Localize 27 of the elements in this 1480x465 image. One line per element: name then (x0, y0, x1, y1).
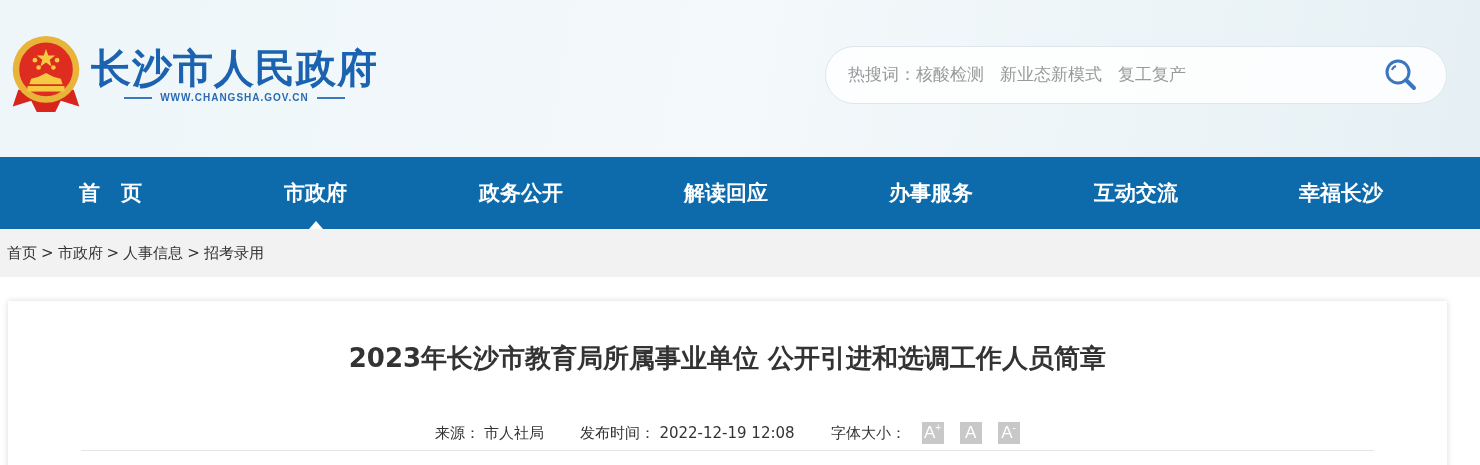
nav-item[interactable]: 互动交流 (1033, 157, 1238, 229)
breadcrumb-link[interactable]: 市政府 (57, 243, 103, 263)
meta-value: 2022-12-19 12:08 (659, 424, 795, 442)
breadcrumb-link[interactable]: 首页 (7, 243, 37, 263)
nav-item[interactable]: 政务公开 (418, 157, 623, 229)
nav-item[interactable]: 幸福长沙 (1238, 157, 1443, 229)
meta-label: 发布时间： (580, 423, 656, 443)
meta-label: 字体大小： (830, 423, 906, 443)
meta-label: 来源： (435, 423, 481, 443)
hot-word-link[interactable]: 新业态新模式 (1000, 63, 1102, 86)
article-title: 2023年长沙市教育局所属事业单位 公开引进和选调工作人员简章 (348, 342, 1107, 375)
search-field[interactable]: 热搜词：核酸检测 新业态新模式 复工复产 (825, 45, 1447, 104)
hot-word-link[interactable]: 核酸检测 (916, 63, 984, 86)
breadcrumb-separator: > (106, 244, 120, 262)
search-label: 热搜词： (848, 63, 916, 86)
site-url: WWW.CHANGSHA.GOV.CN (160, 92, 309, 103)
search-icon[interactable] (1384, 57, 1418, 92)
breadcrumb-link[interactable]: 招考录用 (203, 243, 264, 263)
nav-item[interactable]: 解读回应 (623, 157, 828, 229)
breadcrumb-separator: > (41, 244, 54, 262)
hot-word-link[interactable]: 复工复产 (1118, 63, 1186, 86)
meta-value: 市人社局 (484, 423, 545, 443)
site-name: 长沙市人民政府 (91, 44, 378, 92)
nav-item[interactable]: 首 页 (8, 157, 213, 229)
breadcrumb-separator: > (187, 244, 200, 262)
breadcrumb-link[interactable]: 人事信息 (123, 243, 184, 263)
nav-item[interactable]: 办事服务 (828, 157, 1033, 229)
